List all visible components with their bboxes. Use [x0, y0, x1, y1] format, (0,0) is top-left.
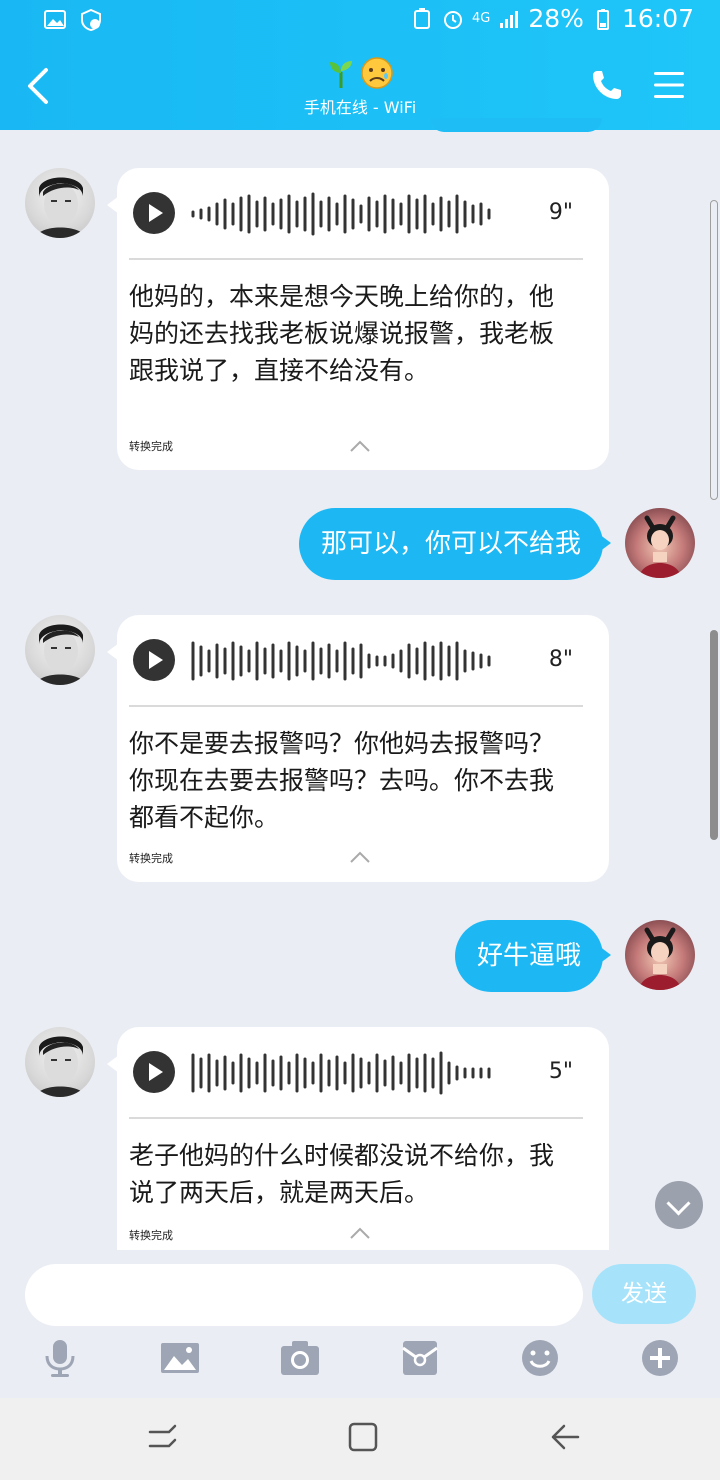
back-icon[interactable] — [548, 1420, 582, 1454]
home-icon[interactable] — [346, 1420, 380, 1454]
transcription-status: 转换完成 — [129, 1229, 173, 1242]
message-text: 那可以，你可以不给我 — [320, 529, 581, 559]
male-avatar-icon — [35, 624, 87, 685]
camera-icon[interactable] — [280, 1338, 320, 1378]
contact-avatar[interactable] — [25, 1027, 95, 1097]
play-icon[interactable] — [133, 1051, 175, 1093]
female-avatar-icon — [639, 927, 681, 990]
image-icon[interactable] — [160, 1338, 200, 1378]
scroll-to-bottom-button[interactable] — [655, 1181, 703, 1229]
play-icon[interactable] — [133, 192, 175, 234]
voice-duration: 5" — [548, 1059, 573, 1084]
plus-icon[interactable] — [640, 1338, 680, 1378]
clock: 16:07 — [621, 4, 694, 33]
transcription-status: 转换完成 — [129, 852, 173, 865]
top-bar: 4G 28% 16:07 手机在线 - WiFi — [0, 0, 720, 130]
collapse-chevron-icon[interactable] — [350, 440, 370, 452]
voice-message-bubble[interactable]: 5" 老子他妈的什么时候都没说不给你，我说了两天后，就是两天后。 转换完成 — [107, 1027, 609, 1250]
my-avatar[interactable] — [625, 920, 695, 990]
waveform-icon — [191, 1051, 491, 1095]
gallery-notification-icon — [44, 10, 66, 29]
scrollbar-track-top — [710, 200, 718, 500]
red-packet-icon[interactable] — [400, 1338, 440, 1378]
security-shield-icon — [81, 9, 101, 31]
status-bar: 4G 28% 16:07 — [0, 0, 720, 40]
waveform-icon — [191, 192, 491, 236]
collapse-chevron-icon[interactable] — [350, 1227, 370, 1239]
battery-icon — [596, 8, 609, 30]
voice-duration: 9" — [548, 200, 573, 225]
voice-transcript: 他妈的，本来是想今天晚上给你的，他妈的还去找我老板说爆说报警，我老板跟我说了，直… — [129, 282, 555, 385]
divider — [129, 1117, 583, 1119]
collapse-chevron-icon[interactable] — [350, 851, 370, 863]
voice-transcript: 老子他妈的什么时候都没说不给你，我说了两天后，就是两天后。 — [129, 1141, 555, 1207]
battery-percent: 28% — [528, 4, 584, 33]
message-text: 好牛逼哦 — [476, 941, 581, 971]
alarm-icon — [444, 10, 463, 29]
contact-avatar[interactable] — [25, 615, 95, 685]
send-button[interactable]: 发送 — [592, 1264, 696, 1324]
network-type: 4G — [472, 11, 491, 26]
emoji-icon[interactable] — [520, 1338, 560, 1378]
female-avatar-icon — [639, 515, 681, 578]
play-icon[interactable] — [133, 639, 175, 681]
recent-apps-icon[interactable] — [145, 1420, 179, 1454]
voice-message-bubble[interactable]: 9" 他妈的，本来是想今天晚上给你的，他妈的还去找我老板说爆说报警，我老板跟我说… — [107, 168, 609, 470]
outgoing-message-bubble[interactable]: 那可以，你可以不给我 — [298, 508, 612, 580]
message-input[interactable] — [25, 1264, 583, 1326]
worried-face-emoji — [361, 57, 393, 89]
male-avatar-icon — [35, 177, 87, 238]
divider — [129, 705, 583, 707]
voice-transcript: 你不是要去报警吗？你他妈去报警吗？你现在去要去报警吗？去吗。你不去我都看不起你。 — [129, 729, 555, 832]
voice-duration: 8" — [548, 647, 573, 672]
microphone-icon[interactable] — [40, 1338, 80, 1378]
divider — [129, 258, 583, 260]
my-avatar[interactable] — [625, 508, 695, 578]
input-bar: 发送 — [0, 1250, 720, 1396]
voice-message-bubble[interactable]: 8" 你不是要去报警吗？你他妈去报警吗？你现在去要去报警吗？去吗。你不去我都看不… — [107, 615, 609, 882]
waveform-icon — [191, 641, 491, 681]
sprout-icon — [330, 61, 352, 88]
outgoing-message-bubble[interactable]: 好牛逼哦 — [454, 920, 612, 992]
scrollbar-thumb[interactable] — [710, 630, 718, 840]
input-toolbar — [0, 1338, 720, 1384]
phone-icon[interactable] — [590, 68, 624, 102]
chat-header: 手机在线 - WiFi — [0, 40, 720, 130]
male-avatar-icon — [35, 1036, 87, 1097]
menu-icon[interactable] — [652, 70, 686, 100]
contact-avatar[interactable] — [25, 168, 95, 238]
previous-bubble-edge — [430, 118, 602, 132]
battery-saver-icon — [414, 7, 431, 29]
transcription-status: 转换完成 — [129, 440, 173, 453]
system-nav-bar — [0, 1398, 720, 1480]
signal-icon — [500, 10, 519, 28]
